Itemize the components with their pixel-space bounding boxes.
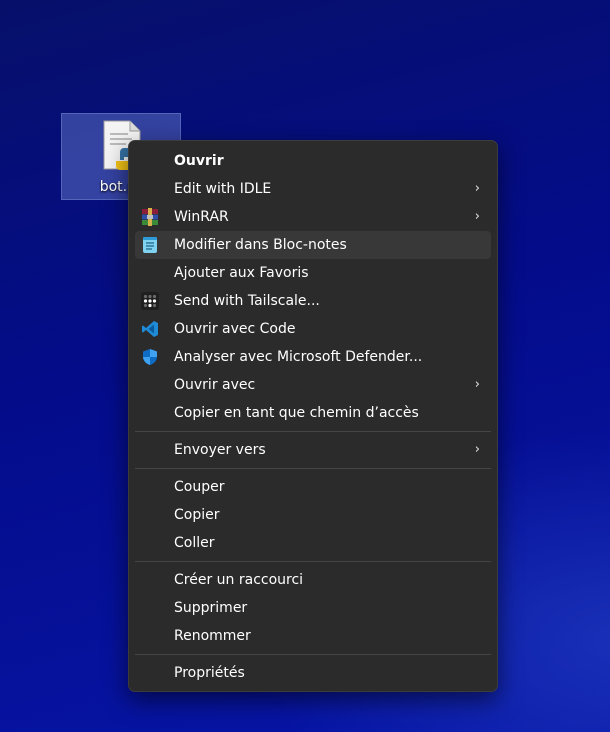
- menu-item-label: Envoyer vers: [174, 442, 266, 458]
- menu-item-copier[interactable]: Copier: [135, 501, 491, 529]
- menu-item-label: Renommer: [174, 628, 251, 644]
- menu-item-coller[interactable]: Coller: [135, 529, 491, 557]
- menu-item-label: Copier: [174, 507, 220, 523]
- menu-item-label: Ajouter aux Favoris: [174, 265, 309, 281]
- menu-item-label: Couper: [174, 479, 225, 495]
- menu-item-label: WinRAR: [174, 209, 229, 225]
- menu-item-label: Analyser avec Microsoft Defender...: [174, 349, 423, 365]
- menu-item-envoyer-vers[interactable]: Envoyer vers ›: [135, 436, 491, 464]
- menu-item-label: Ouvrir: [174, 153, 224, 169]
- menu-item-label: Send with Tailscale...: [174, 293, 320, 309]
- desktop: bot.py Ouvrir Edit with IDLE › WinRAR ›: [0, 0, 610, 732]
- menu-separator: [135, 654, 491, 655]
- menu-item-label: Propriétés: [174, 665, 245, 681]
- menu-item-couper[interactable]: Couper: [135, 473, 491, 501]
- menu-item-label: Créer un raccourci: [174, 572, 304, 588]
- menu-item-label: Ouvrir avec Code: [174, 321, 296, 337]
- menu-item-ouvrir-avec[interactable]: Ouvrir avec ›: [135, 371, 491, 399]
- notepad-icon: [143, 237, 157, 253]
- menu-item-label: Edit with IDLE: [174, 181, 272, 197]
- defender-shield-icon: [143, 349, 157, 365]
- menu-item-creer-raccourci[interactable]: Créer un raccourci: [135, 566, 491, 594]
- vscode-icon: [142, 321, 158, 337]
- chevron-right-icon: ›: [474, 209, 480, 224]
- menu-item-copier-chemin[interactable]: Copier en tant que chemin d’accès: [135, 399, 491, 427]
- winrar-icon: [142, 208, 158, 226]
- menu-item-label: Ouvrir avec: [174, 377, 256, 393]
- chevron-right-icon: ›: [474, 377, 480, 392]
- menu-item-renommer[interactable]: Renommer: [135, 622, 491, 650]
- menu-separator: [135, 468, 491, 469]
- menu-separator: [135, 561, 491, 562]
- menu-item-modifier-bloc-notes[interactable]: Modifier dans Bloc-notes: [135, 231, 491, 259]
- menu-item-edit-with-idle[interactable]: Edit with IDLE ›: [135, 175, 491, 203]
- menu-item-ajouter-favoris[interactable]: Ajouter aux Favoris: [135, 259, 491, 287]
- menu-item-ouvrir-avec-code[interactable]: Ouvrir avec Code: [135, 315, 491, 343]
- menu-item-label: Modifier dans Bloc-notes: [174, 237, 347, 253]
- chevron-right-icon: ›: [474, 442, 480, 457]
- menu-item-label: Supprimer: [174, 600, 248, 616]
- menu-item-ouvrir[interactable]: Ouvrir: [135, 147, 491, 175]
- menu-separator: [135, 431, 491, 432]
- menu-item-label: Coller: [174, 535, 215, 551]
- menu-item-send-tailscale[interactable]: Send with Tailscale...: [135, 287, 491, 315]
- chevron-right-icon: ›: [474, 181, 480, 196]
- tailscale-icon: [141, 292, 159, 310]
- menu-item-supprimer[interactable]: Supprimer: [135, 594, 491, 622]
- menu-item-analyser-defender[interactable]: Analyser avec Microsoft Defender...: [135, 343, 491, 371]
- menu-item-winrar[interactable]: WinRAR ›: [135, 203, 491, 231]
- menu-item-proprietes[interactable]: Propriétés: [135, 659, 491, 687]
- context-menu: Ouvrir Edit with IDLE › WinRAR › Modifie…: [128, 140, 498, 692]
- menu-item-label: Copier en tant que chemin d’accès: [174, 405, 419, 421]
